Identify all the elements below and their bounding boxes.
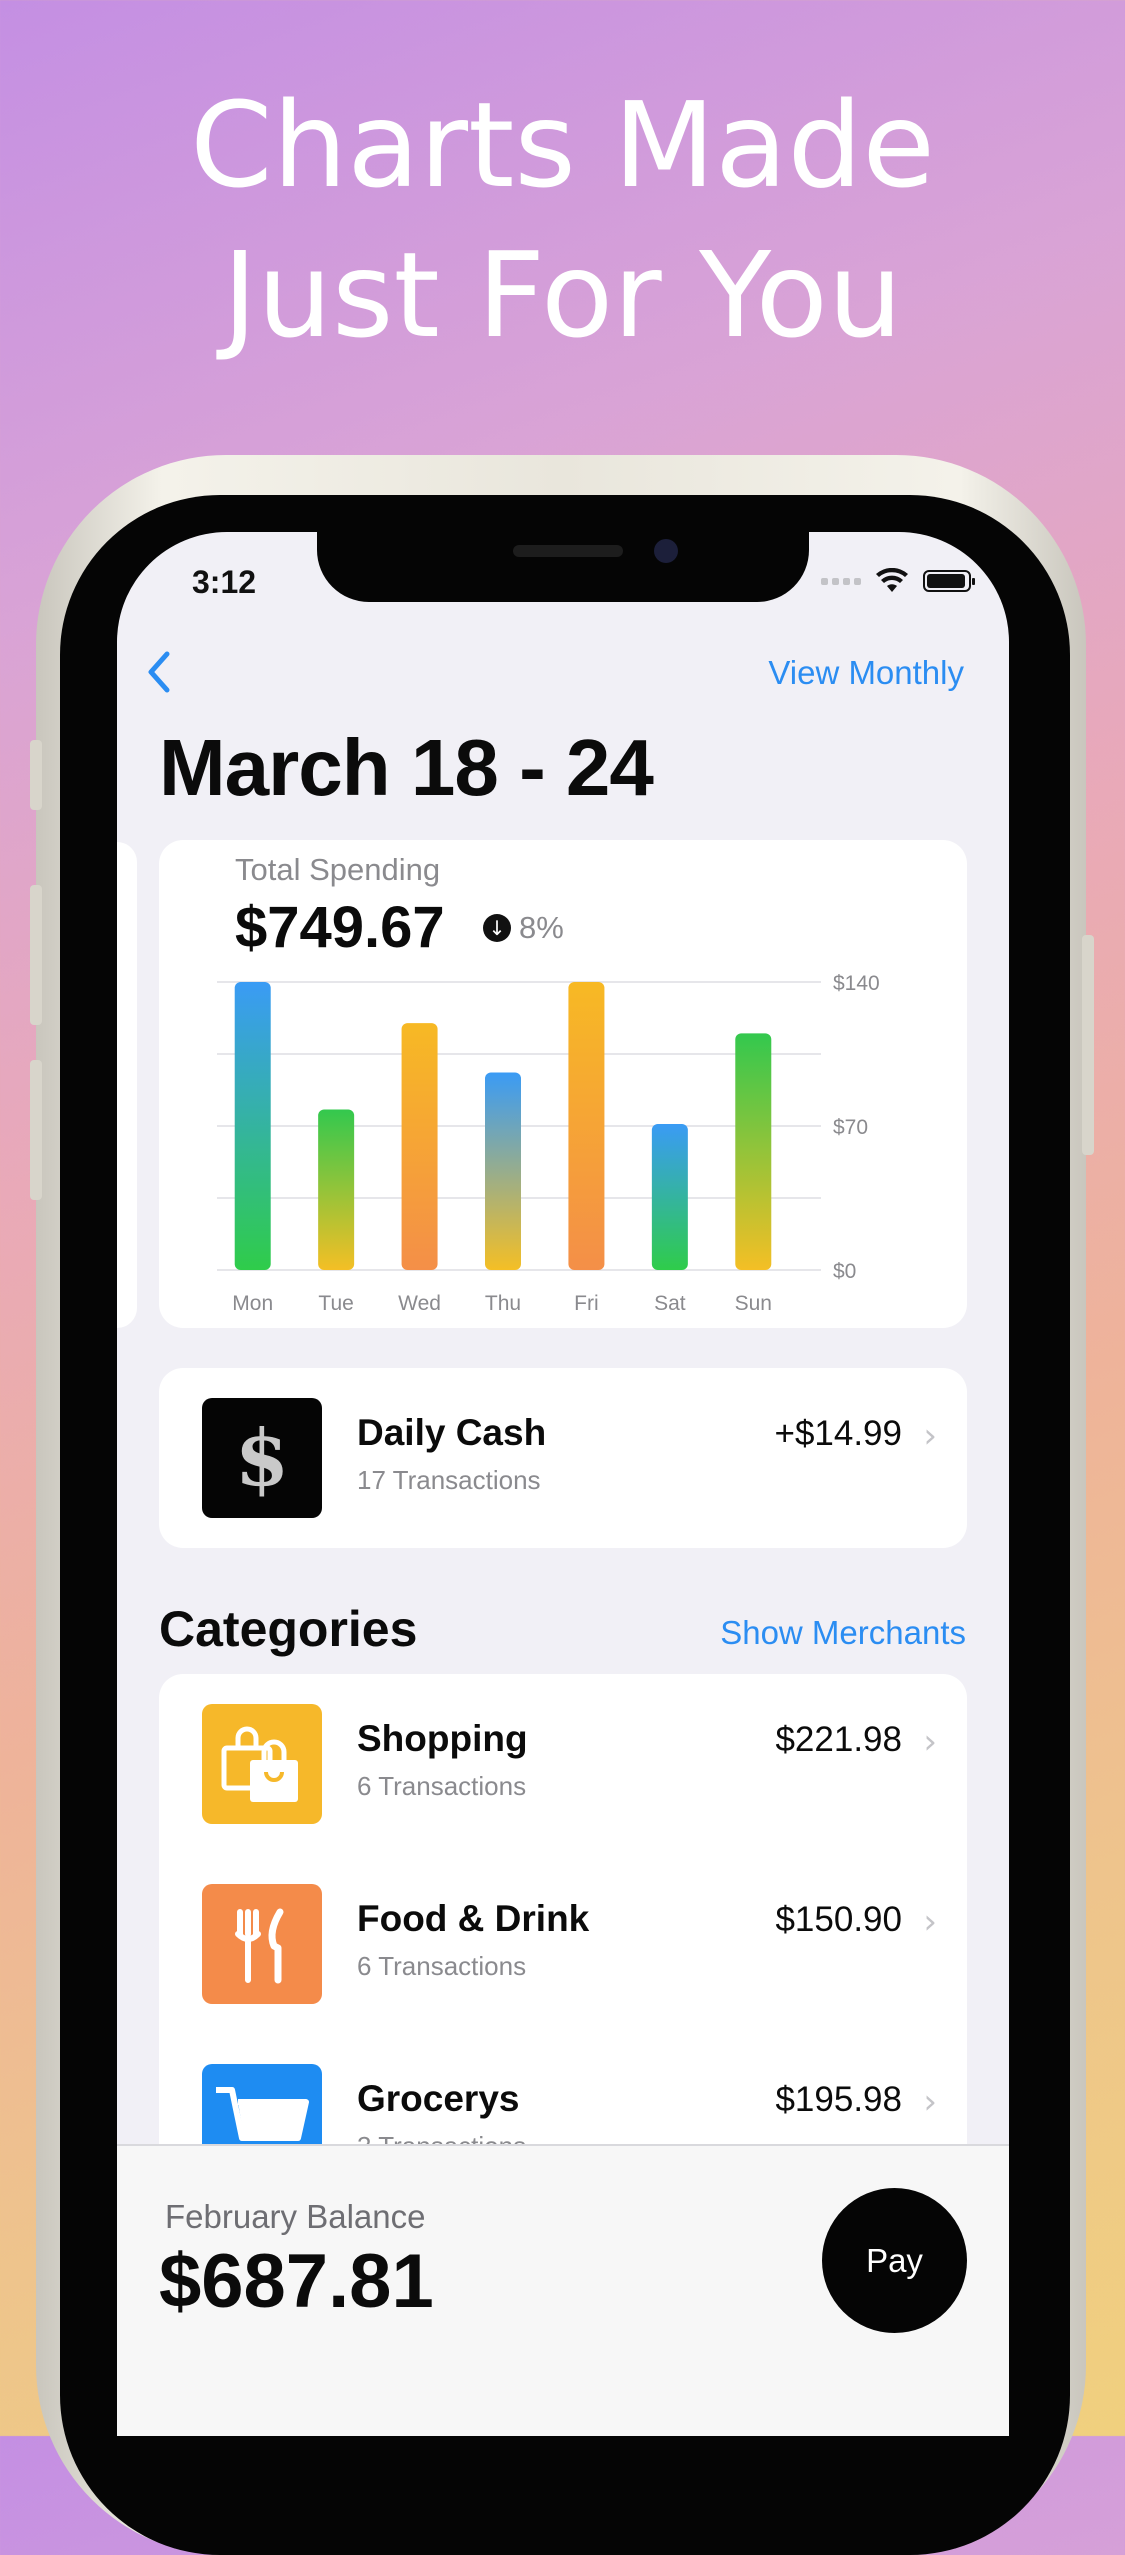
- chevron-right-icon: ›: [923, 1902, 937, 1942]
- chevron-right-icon: ›: [923, 2082, 937, 2122]
- bar-mon[interactable]: [234, 982, 271, 1270]
- x-tick-label: Wed: [398, 1292, 441, 1315]
- category-row-shopping[interactable]: Shopping 6 Transactions $221.98 ›: [159, 1674, 967, 1854]
- front-camera: [654, 539, 678, 563]
- chevron-right-icon: ›: [923, 1722, 937, 1762]
- x-tick-label: Mon: [232, 1292, 273, 1315]
- categories-title: Categories: [159, 1601, 418, 1657]
- x-tick-label: Sat: [654, 1292, 686, 1315]
- previous-chart-card-peek[interactable]: [117, 842, 137, 1328]
- dollar-glyph: $: [234, 1412, 290, 1504]
- power-button: [1082, 935, 1094, 1155]
- x-tick-label: Fri: [574, 1292, 599, 1315]
- balance-value: $687.81: [159, 2239, 434, 2324]
- headline-line-1: Charts Made: [190, 76, 935, 214]
- x-tick-label: Sun: [735, 1292, 772, 1315]
- x-tick-label: Thu: [485, 1292, 521, 1315]
- back-chevron-icon[interactable]: [139, 642, 179, 702]
- category-title: Food & Drink: [357, 1898, 590, 1939]
- page-title: March 18 - 24: [159, 723, 654, 812]
- status-icons: [821, 568, 975, 594]
- daily-cash-card[interactable]: $ Daily Cash 17 Transactions +$14.99 ›: [159, 1368, 967, 1548]
- fork-knife-icon: [202, 1884, 322, 2004]
- status-time: 3:12: [192, 564, 257, 600]
- view-monthly-link[interactable]: View Monthly: [768, 654, 964, 692]
- category-subtitle: 6 Transactions: [357, 1951, 527, 1981]
- bar-wed[interactable]: [401, 1023, 438, 1270]
- spending-bar-chart: $140 $70 $0 Mon Tue Wed Thu Fri Sat Sun: [217, 972, 880, 1315]
- balance-label: February Balance: [165, 2198, 426, 2235]
- y-tick-label: $70: [833, 1116, 868, 1139]
- show-merchants-link[interactable]: Show Merchants: [720, 1614, 966, 1652]
- balance-bar: February Balance $687.81 Pay: [117, 2144, 1009, 2436]
- headline-line-2: Just For You: [222, 226, 903, 364]
- wifi-icon: [876, 568, 908, 592]
- battery-icon: [923, 570, 975, 592]
- bar-sat[interactable]: [651, 1123, 688, 1270]
- mute-switch: [30, 740, 42, 810]
- category-row-food-drink[interactable]: Food & Drink 6 Transactions $150.90 ›: [159, 1854, 967, 2034]
- pay-button[interactable]: Pay: [822, 2188, 967, 2333]
- phone-screen: 3:12 View Monthly March 18 - 24 Total Sp…: [117, 532, 1009, 2436]
- x-tick-label: Tue: [318, 1292, 353, 1315]
- bar-tue[interactable]: [318, 1109, 355, 1270]
- bar-sun[interactable]: [735, 1033, 772, 1270]
- speaker: [513, 545, 623, 557]
- volume-down-button: [30, 1060, 42, 1200]
- y-tick-label: $0: [833, 1260, 856, 1283]
- volume-up-button: [30, 885, 42, 1025]
- bar-thu[interactable]: [485, 1072, 521, 1270]
- daily-cash-amount: +$14.99: [774, 1414, 903, 1453]
- daily-cash-title: Daily Cash: [357, 1412, 547, 1453]
- category-subtitle: 6 Transactions: [357, 1771, 527, 1801]
- spending-chart-card[interactable]: Total Spending $749.67 ↓ 8% $140 $70 $0 Mon…: [159, 840, 967, 1328]
- category-amount: $150.90: [775, 1900, 902, 1939]
- bar-fri[interactable]: [568, 982, 605, 1270]
- notch: [317, 532, 809, 602]
- daily-cash-subtitle: 17 Transactions: [357, 1465, 541, 1495]
- headline: Charts Made Just For You: [0, 70, 1125, 370]
- y-tick-label: $140: [833, 972, 880, 995]
- category-title: Grocerys: [357, 2078, 520, 2119]
- shopping-bag-icon: [202, 1704, 322, 1824]
- category-title: Shopping: [357, 1718, 528, 1759]
- chevron-right-icon: ›: [923, 1416, 937, 1456]
- category-amount: $221.98: [775, 1720, 902, 1759]
- category-amount: $195.98: [775, 2080, 902, 2119]
- cellular-signal-icon: [821, 577, 861, 585]
- dollar-icon: $: [202, 1398, 322, 1518]
